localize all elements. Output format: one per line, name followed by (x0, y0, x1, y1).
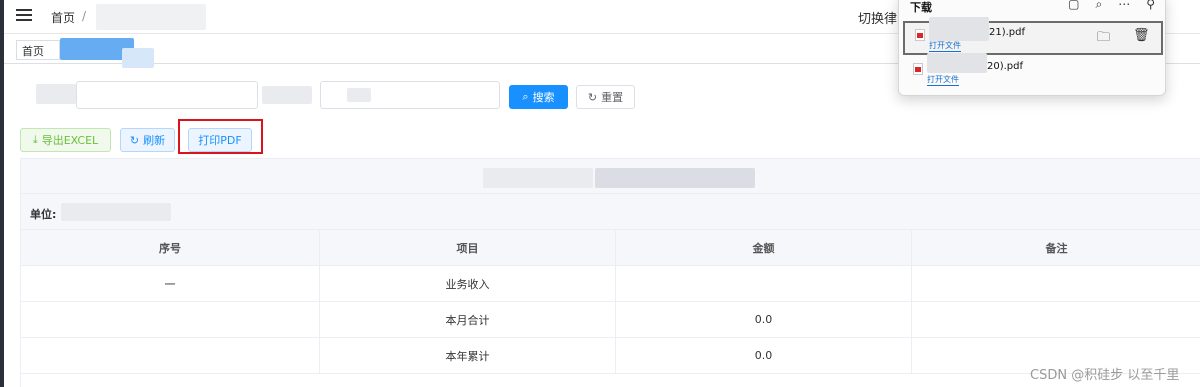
highlight-annotation (178, 119, 263, 154)
cell-index: 一 (21, 266, 320, 301)
download-icon: ⤓ (32, 133, 38, 146)
reset-button[interactable]: ↻ 重置 (576, 85, 635, 109)
redacted-file-name (927, 53, 987, 73)
menu-toggle-icon[interactable] (16, 9, 32, 23)
filter-input-1[interactable] (76, 81, 258, 109)
download-file-name: 20).pdf (987, 61, 1024, 72)
refresh-button[interactable]: ↻ 刷新 (120, 128, 175, 152)
switch-button[interactable]: 切换律 (858, 8, 897, 27)
open-file-link[interactable]: 打开文件 (929, 41, 961, 52)
open-file-link[interactable]: 打开文件 (927, 75, 959, 86)
pdf-file-icon (915, 29, 925, 41)
reset-button-label: 重置 (601, 91, 624, 104)
pdf-file-icon (913, 63, 923, 75)
show-in-folder-icon[interactable]: 🗀 (1097, 28, 1110, 50)
download-item[interactable]: 20).pdf 打开文件 (903, 53, 1163, 91)
search-icon: ⌕ (522, 90, 529, 103)
redacted-tab-fragment (122, 48, 154, 68)
downloads-panel: 下载 ▢ ⌕ ⋯ ⚲ 21).pdf 打开文件 🗀 🗑 20).pdf 打开文件 (898, 0, 1166, 96)
redacted-report-title (483, 168, 593, 188)
table-header-row: 序号 项目 金额 备注 (21, 230, 1200, 266)
refresh-button-label: 刷新 (143, 134, 166, 147)
redacted-filter-label (36, 84, 76, 104)
table-row: 本月合计 0.0 (21, 302, 1200, 338)
search-icon[interactable]: ⌕ (1095, 0, 1102, 12)
breadcrumb-home[interactable]: 首页 (51, 9, 75, 26)
search-button-label: 搜索 (532, 91, 555, 104)
refresh-icon: ↻ (587, 90, 598, 104)
delete-icon[interactable]: 🗑 (1133, 28, 1150, 43)
cell-index (21, 302, 320, 337)
export-excel-button[interactable]: ⤓ 导出EXCEL (20, 128, 111, 152)
redacted-file-name (929, 17, 989, 41)
cell-amount (616, 266, 912, 301)
pin-icon[interactable]: ⚲ (1146, 0, 1155, 12)
cell-item: 本月合计 (320, 302, 616, 337)
table-title-row (21, 159, 1200, 194)
tab-home[interactable]: 首页 (16, 40, 60, 60)
watermark-text: CSDN @积硅步 以至千里 (1030, 368, 1180, 383)
redacted-filter-label-2 (262, 86, 312, 104)
table-row: 一 业务收入 (21, 266, 1200, 302)
tab-home-label: 首页 (22, 45, 44, 58)
download-item[interactable]: 21).pdf 打开文件 🗀 🗑 (903, 17, 1163, 55)
cell-amount: 0.0 (616, 338, 912, 373)
column-header: 序号 (21, 230, 320, 265)
cell-item: 业务收入 (320, 266, 616, 301)
cell-note (912, 302, 1200, 337)
column-header: 项目 (320, 230, 616, 265)
column-header: 备注 (912, 230, 1200, 265)
export-excel-label: 导出EXCEL (41, 134, 99, 147)
unit-label: 单位: (30, 208, 57, 221)
download-file-name: 21).pdf (989, 27, 1026, 38)
more-icon[interactable]: ⋯ (1118, 0, 1130, 12)
search-button[interactable]: ⌕ 搜索 (509, 85, 568, 109)
cell-index (21, 338, 320, 373)
downloads-title: 下载 (910, 1, 932, 14)
downloads-toolbar: ▢ ⌕ ⋯ ⚲ (1068, 0, 1155, 12)
cell-note (912, 266, 1200, 301)
filter-input-2[interactable] (320, 81, 500, 109)
redacted-breadcrumb (96, 4, 206, 30)
folder-icon[interactable]: ▢ (1068, 0, 1079, 12)
refresh-icon: ↻ (129, 133, 140, 147)
cell-item: 本年累计 (320, 338, 616, 373)
table-unit-row: 单位: (21, 194, 1200, 230)
redacted-input-value (347, 88, 371, 102)
redacted-unit-value (61, 203, 171, 221)
redacted-report-title-2 (595, 168, 755, 188)
breadcrumb-separator: / (82, 9, 87, 23)
report-table: 单位: 序号 项目 金额 备注 一 业务收入 本月合计 0.0 本年累计 0.0 (20, 158, 1200, 387)
cell-amount: 0.0 (616, 302, 912, 337)
column-header: 金额 (616, 230, 912, 265)
table-row: 本年累计 0.0 (21, 338, 1200, 374)
